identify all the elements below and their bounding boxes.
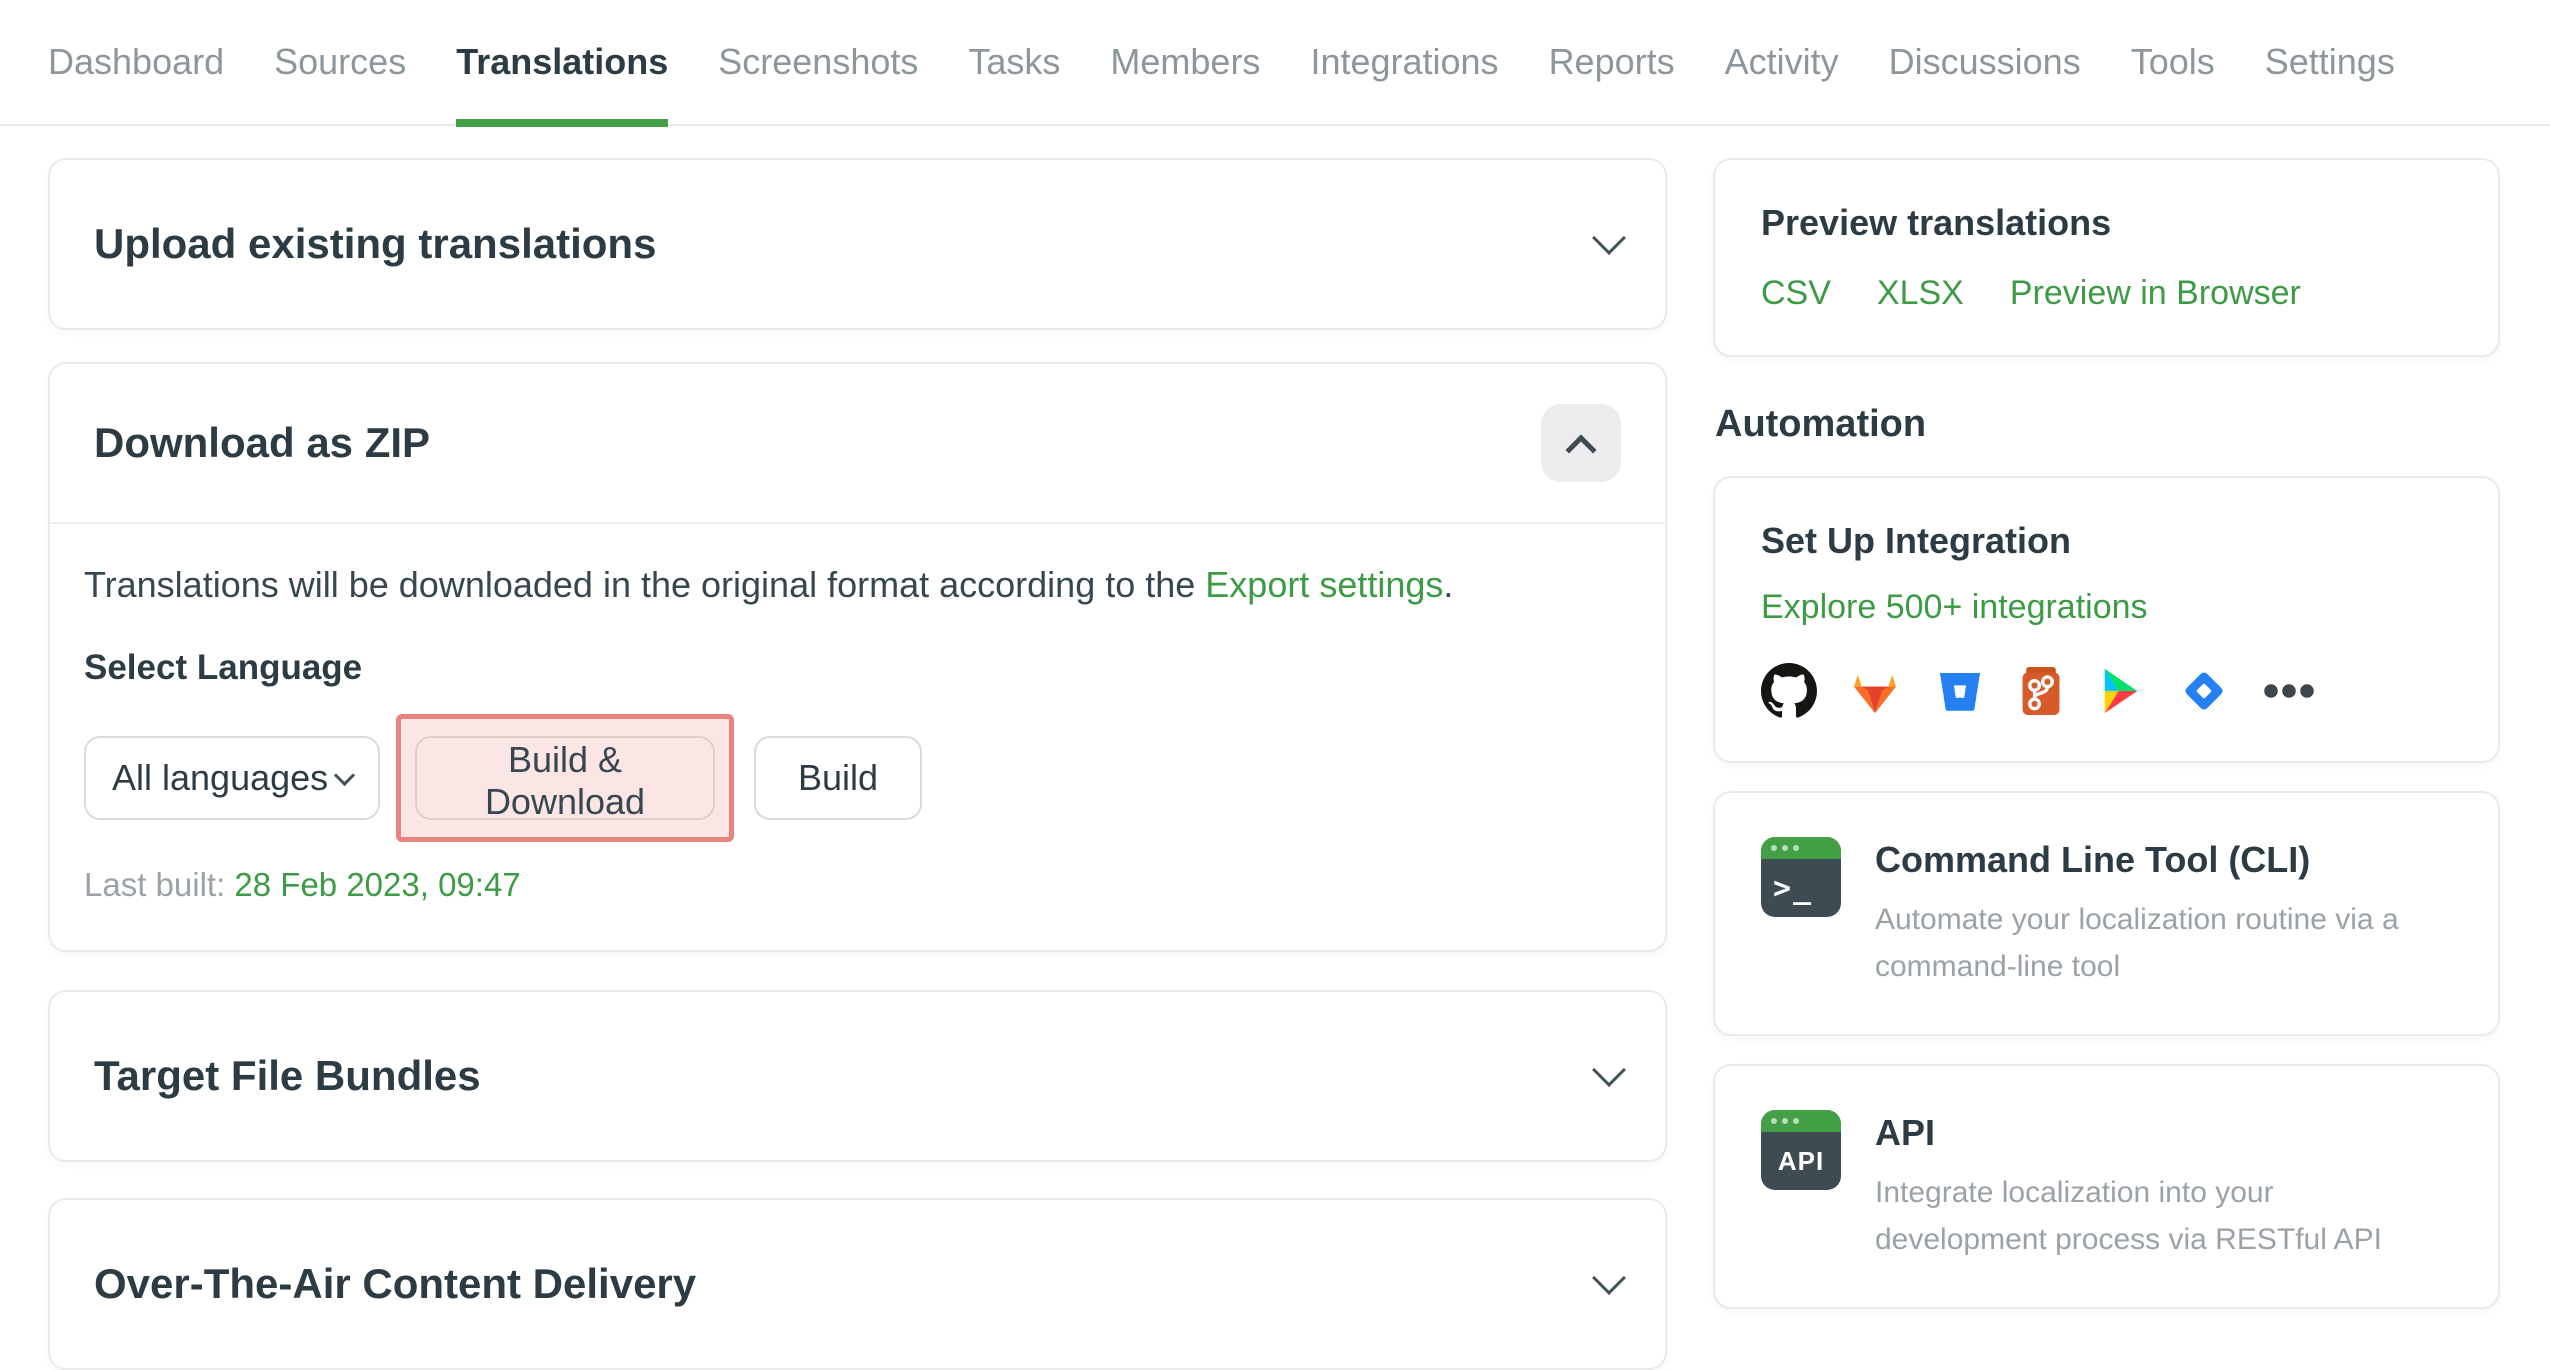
preview-translations-title: Preview translations: [1761, 202, 2112, 243]
download-zip-title: Download as ZIP: [94, 419, 431, 466]
last-built-timestamp: 28 Feb 2023, 09:47: [234, 866, 521, 903]
ota-panel-header[interactable]: Over-The-Air Content Delivery: [50, 1200, 1665, 1368]
tab-activity[interactable]: Activity: [1725, 0, 1839, 125]
tab-discussions[interactable]: Discussions: [1889, 0, 2081, 125]
chevron-up-icon: [1565, 434, 1597, 466]
tab-reports[interactable]: Reports: [1549, 0, 1675, 125]
build-button[interactable]: Build: [754, 736, 923, 820]
collapse-panel-button[interactable]: [1541, 404, 1621, 482]
language-select-value: All languages: [112, 757, 329, 798]
last-built-status: Last built: 28 Feb 2023, 09:47: [84, 866, 1621, 904]
terminal-titlebar: [1761, 837, 1841, 859]
description-text: Translations will be downloaded in the o…: [84, 564, 1206, 605]
chevron-down-icon: [1592, 1053, 1626, 1087]
api-card-description: Integrate localization into your develop…: [1875, 1176, 2382, 1256]
more-integrations-icon[interactable]: [2261, 664, 2317, 718]
tab-tools[interactable]: Tools: [2131, 0, 2215, 125]
bitbucket-icon[interactable]: [1933, 664, 1987, 718]
tab-settings[interactable]: Settings: [2265, 0, 2395, 125]
tab-tasks[interactable]: Tasks: [968, 0, 1060, 125]
build-and-download-button[interactable]: Build & Download: [415, 736, 715, 822]
integration-icons-row: [1761, 663, 2452, 719]
preview-in-browser-link[interactable]: Preview in Browser: [2010, 274, 2301, 313]
terminal-icon: >_: [1761, 837, 1841, 917]
api-titlebar: [1761, 1110, 1841, 1132]
cli-card-description: Automate your localization routine via a…: [1875, 903, 2399, 983]
cli-card-text: Command Line Tool (CLI) Automate your lo…: [1875, 837, 2452, 990]
xlsx-link[interactable]: XLSX: [1877, 274, 1964, 313]
preview-translations-card: Preview translations CSV XLSX Preview in…: [1713, 158, 2500, 357]
terminal-prompt-glyph: >_: [1773, 870, 1814, 906]
tab-dashboard[interactable]: Dashboard: [48, 0, 224, 125]
upload-panel-header[interactable]: Upload existing translations: [50, 160, 1665, 328]
tab-members[interactable]: Members: [1110, 0, 1260, 125]
bundles-panel-header[interactable]: Target File Bundles: [50, 992, 1665, 1160]
automation-sidebar: Preview translations CSV XLSX Preview in…: [1713, 158, 2500, 1309]
chevron-down-icon: [1592, 221, 1626, 255]
cli-card-title: Command Line Tool (CLI): [1875, 839, 2311, 880]
automation-heading: Automation: [1715, 403, 1927, 445]
chevron-down-icon: [333, 764, 356, 786]
cli-card[interactable]: >_ Command Line Tool (CLI) Automate your…: [1713, 791, 2500, 1036]
download-zip-body: Translations will be downloaded in the o…: [50, 524, 1665, 950]
api-card[interactable]: API API Integrate localization into your…: [1713, 1064, 2500, 1309]
bundles-panel-title: Target File Bundles: [94, 1052, 481, 1099]
set-up-integration-card: Set Up Integration Explore 500+ integrat…: [1713, 476, 2500, 763]
github-icon[interactable]: [1761, 663, 1817, 719]
download-as-zip-panel: Download as ZIP Translations will be dow…: [48, 362, 1667, 952]
google-play-icon[interactable]: [2095, 665, 2147, 717]
tab-screenshots[interactable]: Screenshots: [718, 0, 918, 125]
translations-panels-column: Upload existing translations Download as…: [48, 158, 1667, 1370]
upload-panel-title: Upload existing translations: [94, 220, 657, 267]
git-icon[interactable]: [2017, 663, 2065, 719]
project-tab-bar: Dashboard Sources Translations Screensho…: [0, 0, 2550, 127]
ota-content-delivery-panel: Over-The-Air Content Delivery: [48, 1198, 1667, 1370]
jira-icon[interactable]: [2177, 664, 2231, 718]
language-select[interactable]: All languages: [84, 736, 380, 820]
select-language-label: Select Language: [84, 648, 363, 687]
download-zip-header: Download as ZIP: [50, 364, 1665, 524]
preview-links-row: CSV XLSX Preview in Browser: [1761, 274, 2452, 313]
csv-link[interactable]: CSV: [1761, 274, 1831, 313]
chevron-down-icon: [1592, 1261, 1626, 1295]
upload-existing-translations-panel: Upload existing translations: [48, 158, 1667, 330]
set-up-integration-title: Set Up Integration: [1761, 520, 2072, 561]
export-settings-link[interactable]: Export settings: [1205, 564, 1443, 605]
tab-sources[interactable]: Sources: [274, 0, 406, 125]
tab-integrations[interactable]: Integrations: [1310, 0, 1498, 125]
gitlab-icon[interactable]: [1847, 663, 1903, 719]
api-glyph: API: [1777, 1145, 1825, 1176]
target-file-bundles-panel: Target File Bundles: [48, 990, 1667, 1162]
api-icon: API: [1761, 1110, 1841, 1190]
download-description: Translations will be downloaded in the o…: [84, 564, 1621, 606]
build-controls-row: All languages Build & Download Build: [84, 714, 1621, 842]
ota-panel-title: Over-The-Air Content Delivery: [94, 1260, 697, 1307]
api-card-title: API: [1875, 1112, 1936, 1153]
highlight-annotation-box: Build & Download: [396, 714, 734, 842]
explore-integrations-link[interactable]: Explore 500+ integrations: [1761, 588, 2148, 627]
api-card-text: API Integrate localization into your dev…: [1875, 1110, 2452, 1263]
description-period: .: [1443, 564, 1454, 605]
tab-translations[interactable]: Translations: [456, 0, 669, 127]
main-layout: Upload existing translations Download as…: [0, 126, 2550, 1370]
last-built-label: Last built:: [84, 866, 226, 903]
